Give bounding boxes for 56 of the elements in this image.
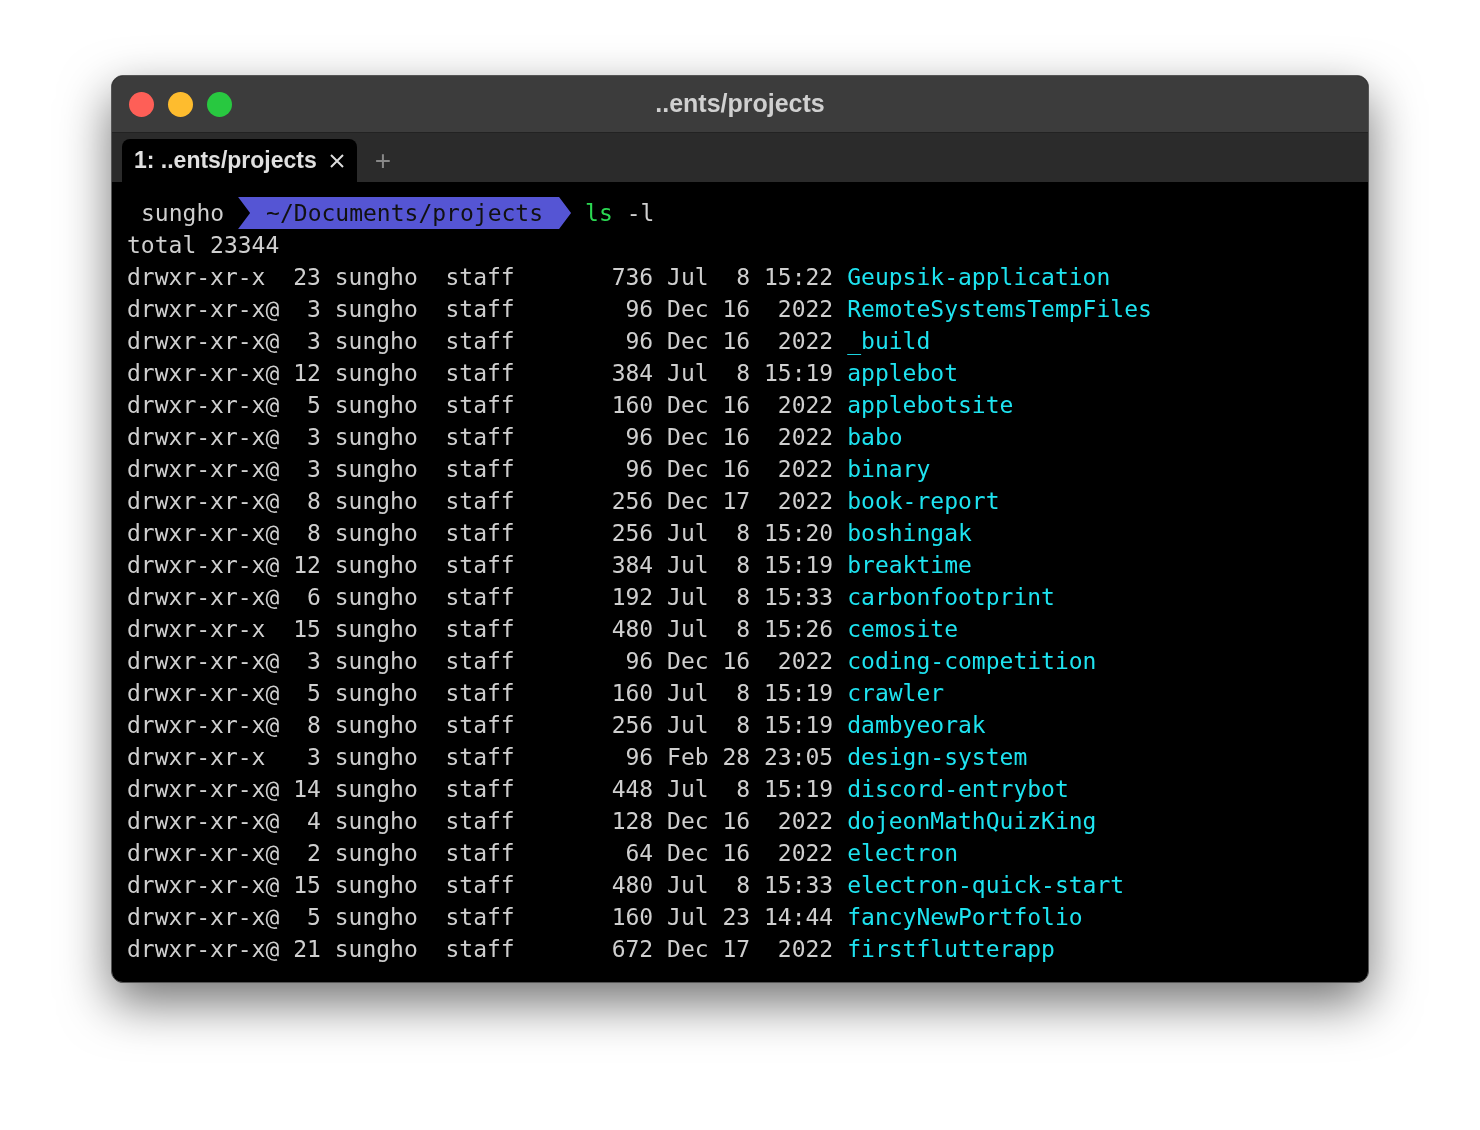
file-details: drwxr-xr-x@ 8 sungho staff 256 Jul 8 15:19 [127, 711, 834, 740]
file-details: drwxr-xr-x@ 12 sungho staff 384 Jul 8 15:19 [127, 551, 834, 580]
directory-name: book-report [846, 487, 1000, 516]
directory-name: dambyeorak [846, 711, 986, 740]
file-details: drwxr-xr-x 15 sungho staff 480 Jul 8 15:26 [127, 615, 834, 644]
file-details: drwxr-xr-x@ 4 sungho staff 128 Dec 16 2022 [127, 807, 834, 836]
total-line: total 23344 [127, 231, 280, 260]
directory-name: _build [846, 327, 931, 357]
file-details: drwxr-xr-x@ 2 sungho staff 64 Dec 16 2022 [127, 839, 834, 868]
file-details: drwxr-xr-x@ 5 sungho staff 160 Jul 8 15:19 [127, 679, 834, 708]
directory-name: breaktime [846, 551, 972, 580]
file-details: drwxr-xr-x@ 3 sungho staff 96 Dec 16 2022 [127, 423, 834, 452]
directory-name: firstflutterapp [846, 935, 1055, 964]
window-title: ..ents/projects [655, 88, 825, 120]
command: ls [584, 199, 613, 228]
file-details: drwxr-xr-x@ 3 sungho staff 96 Dec 16 2022 [127, 295, 834, 324]
file-details: drwxr-xr-x@ 3 sungho staff 96 Dec 16 2022 [127, 647, 834, 676]
command-args: -l [625, 199, 655, 228]
directory-name: babo [846, 423, 903, 452]
file-details: drwxr-xr-x@ 5 sungho staff 160 Jul 23 14:44 [127, 903, 834, 932]
file-details: drwxr-xr-x@ 5 sungho staff 160 Dec 16 2022 [127, 391, 834, 420]
file-details: drwxr-xr-x@ 21 sungho staff 672 Dec 17 2022 [127, 935, 834, 964]
directory-name: RemoteSystemsTempFiles [846, 295, 1152, 324]
directory-name: design-system [846, 743, 1028, 772]
directory-name: discord-entrybot [846, 775, 1069, 804]
tab[interactable]: 1: ..ents/projects [122, 139, 357, 182]
maximize-window-icon[interactable] [207, 91, 232, 117]
directory-name: dojeonMathQuizKing [846, 807, 1097, 836]
file-details: drwxr-xr-x@ 3 sungho staff 96 Dec 16 2022 [127, 455, 834, 484]
directory-name: coding-competition [846, 647, 1097, 676]
prompt-path: ~/Documents/projects [238, 197, 572, 229]
directory-name: cemosite [846, 615, 958, 644]
directory-name: applebot [846, 359, 958, 388]
file-details: drwxr-xr-x@ 8 sungho staff 256 Dec 17 2022 [127, 487, 834, 516]
directory-name: fancyNewPortfolio [846, 903, 1083, 932]
file-details: drwxr-xr-x@ 6 sungho staff 192 Jul 8 15:33 [127, 583, 834, 612]
directory-name: binary [846, 455, 931, 484]
new-tab-button[interactable]: + [366, 139, 400, 182]
directory-name: carbonfootprint [846, 583, 1055, 612]
file-details: drwxr-xr-x@ 14 sungho staff 448 Jul 8 15:19 [127, 775, 834, 804]
prompt-user: sungho [140, 199, 226, 228]
directory-name: electron [846, 839, 958, 868]
file-details: drwxr-xr-x@ 3 sungho staff 96 Dec 16 2022 [127, 327, 834, 356]
file-details: drwxr-xr-x 23 sungho staff 736 Jul 8 15:22 [127, 263, 834, 292]
directory-name: boshingak [846, 519, 972, 548]
file-details: drwxr-xr-x@ 15 sungho staff 480 Jul 8 15:33 [127, 871, 834, 900]
directory-name: applebotsite [846, 391, 1014, 420]
directory-name: Geupsik-application [846, 263, 1111, 292]
close-window-icon[interactable] [129, 91, 154, 117]
file-details: drwxr-xr-x@ 8 sungho staff 256 Jul 8 15:20 [127, 519, 834, 548]
minimize-window-icon[interactable] [168, 91, 193, 117]
close-icon[interactable] [328, 152, 345, 169]
file-details: drwxr-xr-x 3 sungho staff 96 Feb 28 23:05 [127, 743, 834, 772]
directory-name: electron-quick-start [846, 871, 1125, 900]
file-details: drwxr-xr-x@ 12 sungho staff 384 Jul 8 15:19 [127, 359, 834, 388]
directory-name: crawler [846, 679, 945, 708]
